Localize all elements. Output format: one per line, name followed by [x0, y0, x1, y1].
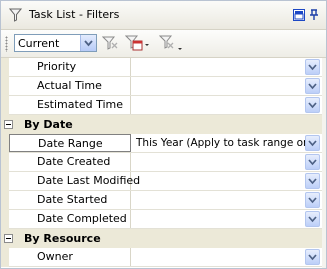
filter-select-dropdown-button[interactable] [80, 35, 96, 51]
property-name: Date Created [9, 153, 131, 171]
property-name: Estimated Time [9, 96, 131, 114]
property-value[interactable]: This Year (Apply to task range only) [132, 134, 305, 152]
property-grid: Priority Actual Time Estimated Time By D… [1, 58, 326, 268]
property-row-date-last-modified[interactable]: Date Last Modified [1, 172, 326, 191]
chevron-down-icon[interactable] [305, 249, 320, 265]
property-value[interactable] [132, 77, 305, 95]
filter-select[interactable]: Current [14, 34, 97, 52]
filter-options-icon[interactable] [158, 35, 183, 56]
property-row-owner[interactable]: Owner [1, 248, 326, 267]
row-gutter [1, 96, 9, 115]
filter-toolbar: Current [1, 30, 326, 58]
chevron-down-icon[interactable] [305, 78, 320, 94]
date-filter-icon[interactable] [124, 35, 151, 54]
filter-select-value: Current [18, 37, 60, 50]
row-gutter [1, 58, 9, 77]
category-by-resource[interactable]: By Resource [1, 229, 326, 248]
clear-filter-icon[interactable] [101, 35, 119, 54]
toolbar-grip[interactable] [5, 36, 8, 52]
row-gutter [1, 210, 9, 229]
row-gutter [1, 77, 9, 96]
property-row-estimated-time[interactable]: Estimated Time [1, 96, 326, 115]
property-value[interactable] [132, 210, 305, 228]
property-row-date-range[interactable]: Date Range This Year (Apply to task rang… [1, 134, 326, 153]
collapse-toggle-icon[interactable] [4, 120, 13, 129]
task-list-filters-panel: Task List - Filters Current Priority Act… [0, 0, 327, 269]
chevron-down-icon[interactable] [305, 59, 320, 75]
property-name: Actual Time [9, 77, 131, 95]
chevron-down-icon[interactable] [305, 135, 320, 151]
property-row-date-created[interactable]: Date Created [1, 153, 326, 172]
window-position-icon[interactable] [293, 9, 305, 21]
property-name: Date Started [9, 191, 131, 209]
property-name: Date Range [9, 134, 131, 152]
property-value[interactable] [132, 172, 305, 190]
chevron-down-icon[interactable] [305, 173, 320, 189]
row-gutter [1, 134, 9, 153]
grid-scrollbar[interactable] [322, 58, 326, 268]
collapse-toggle-icon[interactable] [4, 234, 13, 243]
window-title: Task List - Filters [29, 8, 120, 21]
property-name: Date Last Modified [9, 172, 140, 190]
category-label: By Date [24, 118, 73, 131]
filter-funnel-icon [8, 8, 23, 25]
chevron-down-icon[interactable] [305, 154, 320, 170]
property-name: Date Completed [9, 210, 131, 228]
title-bar: Task List - Filters [1, 1, 326, 30]
property-value[interactable] [132, 58, 305, 76]
chevron-down-icon[interactable] [305, 211, 320, 227]
property-row-date-completed[interactable]: Date Completed [1, 210, 326, 229]
property-name: Owner [9, 248, 131, 266]
property-value[interactable] [132, 96, 305, 114]
row-gutter [1, 248, 9, 267]
property-value[interactable] [132, 248, 305, 266]
property-value[interactable] [132, 191, 305, 209]
chevron-down-icon[interactable] [305, 97, 320, 113]
chevron-down-icon[interactable] [305, 192, 320, 208]
property-row-priority[interactable]: Priority [1, 58, 326, 77]
property-row-actual-time[interactable]: Actual Time [1, 77, 326, 96]
row-gutter [1, 153, 9, 172]
property-row-date-started[interactable]: Date Started [1, 191, 326, 210]
category-by-date[interactable]: By Date [1, 115, 326, 134]
row-gutter [1, 191, 9, 210]
property-name: Priority [9, 58, 131, 76]
pin-icon[interactable] [308, 9, 320, 21]
row-gutter [1, 172, 9, 191]
property-value[interactable] [132, 153, 305, 171]
category-label: By Resource [24, 232, 101, 245]
